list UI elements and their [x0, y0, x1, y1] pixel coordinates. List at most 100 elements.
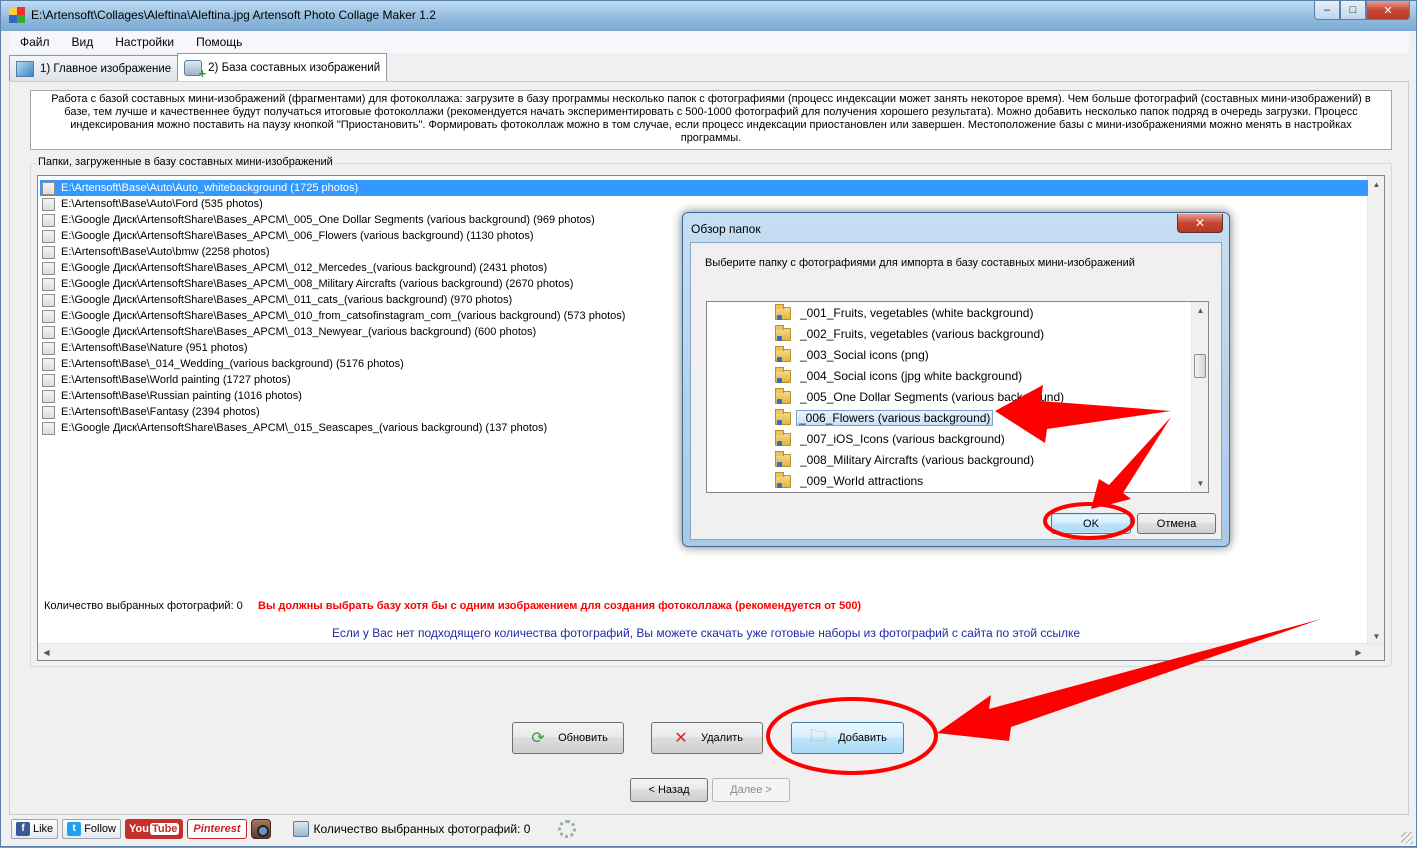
- twitter-follow-button[interactable]: t Follow: [62, 819, 121, 839]
- folder-icon: [775, 408, 791, 425]
- delete-button[interactable]: ✕ Удалить: [651, 722, 763, 754]
- title-bar[interactable]: E:\Artensoft\Collages\Aleftina\Aleftina.…: [1, 1, 1416, 31]
- add-label: Добавить: [838, 732, 887, 744]
- folder-checkbox[interactable]: [42, 245, 55, 259]
- cancel-button[interactable]: Отмена: [1137, 513, 1216, 534]
- youtube-you-label: You: [128, 823, 149, 835]
- minimize-button[interactable]: –: [1314, 1, 1340, 20]
- next-button[interactable]: Далее >: [712, 778, 790, 802]
- folder-checkbox[interactable]: [42, 213, 55, 227]
- info-text: Работа с базой составных мини-изображени…: [30, 90, 1392, 150]
- database-icon: [292, 821, 309, 837]
- tree-folder-item[interactable]: _009_World attractions: [775, 471, 927, 491]
- horizontal-scrollbar[interactable]: ◀ ▶: [38, 643, 1384, 660]
- app-logo-icon: [9, 7, 25, 23]
- browse-folders-dialog: Обзор папок ✕ Выберите папку с фотографи…: [682, 212, 1230, 547]
- menu-help[interactable]: Помощь: [185, 31, 253, 53]
- scroll-down-icon[interactable]: ▼: [1192, 475, 1208, 492]
- folder-checkbox[interactable]: [42, 421, 55, 435]
- folder-path-label: E:\Artensoft\Base\Auto\Auto_whitebackgro…: [59, 182, 361, 194]
- folder-icon: [775, 303, 791, 320]
- folder-path-label: E:\Google Диск\ArtensoftShare\Bases_APCM…: [61, 326, 537, 338]
- tab-image-base[interactable]: 2) База составных изображений: [177, 53, 388, 81]
- folder-checkbox[interactable]: [42, 277, 55, 291]
- folder-checkbox[interactable]: [42, 293, 55, 307]
- refresh-icon: ⟳: [531, 730, 545, 747]
- scroll-thumb[interactable]: [1194, 354, 1206, 378]
- folder-path-label: E:\Artensoft\Base\Fantasy (2394 photos): [61, 406, 260, 418]
- tree-folder-item[interactable]: _003_Social icons (png): [775, 345, 933, 365]
- folder-add-icon: 🗀: [810, 727, 827, 745]
- folder-checkbox[interactable]: [42, 357, 55, 371]
- refresh-label: Обновить: [558, 732, 608, 744]
- instagram-icon[interactable]: [250, 819, 271, 839]
- tree-scrollbar[interactable]: ▲ ▼: [1191, 302, 1208, 492]
- folder-icon: [775, 387, 791, 404]
- menu-file[interactable]: Файл: [9, 31, 61, 53]
- facebook-like-button[interactable]: f Like: [11, 819, 59, 839]
- tab-main-image[interactable]: 1) Главное изображение: [9, 55, 179, 81]
- folder-icon: [775, 450, 791, 467]
- download-link[interactable]: Если у Вас нет подходящего количества фо…: [332, 626, 1080, 640]
- loading-spinner-icon: [558, 820, 577, 838]
- folder-checkbox[interactable]: [42, 325, 55, 339]
- menu-view[interactable]: Вид: [61, 31, 105, 53]
- maximize-button[interactable]: □: [1340, 1, 1366, 20]
- folder-checkbox[interactable]: [42, 373, 55, 387]
- tree-folder-item[interactable]: _001_Fruits, vegetables (white backgroun…: [775, 303, 1037, 323]
- tree-folder-label: _004_Social icons (jpg white background): [800, 369, 1023, 383]
- folder-checkbox[interactable]: [42, 389, 55, 403]
- scroll-right-icon[interactable]: ▶: [1350, 644, 1367, 661]
- resize-grip-icon[interactable]: [1401, 832, 1413, 844]
- folder-icon: [775, 324, 791, 341]
- folder-checkbox[interactable]: [42, 261, 55, 275]
- tree-folder-item[interactable]: _004_Social icons (jpg white background): [775, 366, 1026, 386]
- folder-path-label: E:\Google Диск\ArtensoftShare\Bases_APCM…: [61, 214, 595, 226]
- folders-group-label: Папки, загруженные в базу составных мини…: [36, 156, 335, 168]
- menu-settings[interactable]: Настройки: [104, 31, 185, 53]
- dialog-prompt: Выберите папку с фотографиями для импорт…: [705, 257, 1135, 269]
- tree-folder-item[interactable]: _002_Fruits, vegetables (various backgro…: [775, 324, 1048, 344]
- scroll-up-icon[interactable]: ▲: [1368, 176, 1385, 193]
- folder-path-label: E:\Google Диск\ArtensoftShare\Bases_APCM…: [61, 422, 548, 434]
- folder-path-label: E:\Google Диск\ArtensoftShare\Bases_APCM…: [61, 310, 626, 322]
- folder-tree[interactable]: ▲ ▼ _001_Fruits, vegetables (white backg…: [706, 301, 1209, 493]
- scroll-up-icon[interactable]: ▲: [1192, 302, 1208, 319]
- tree-folder-item[interactable]: _005_One Dollar Segments (various backgr…: [775, 387, 1068, 407]
- dialog-close-button[interactable]: ✕: [1177, 214, 1223, 233]
- vertical-scrollbar[interactable]: ▲ ▼: [1367, 176, 1384, 645]
- tab-label: 1) Главное изображение: [40, 62, 172, 75]
- folder-path-label: E:\Artensoft\Base\World painting (1727 p…: [61, 374, 291, 386]
- folder-path-label: E:\Google Диск\ArtensoftShare\Bases_APCM…: [61, 294, 513, 306]
- menu-bar: Файл Вид Настройки Помощь: [9, 31, 1409, 53]
- status-bar: f Like t Follow You Tube Pinterest Колич…: [9, 816, 1409, 842]
- delete-label: Удалить: [701, 732, 743, 744]
- folder-checkbox[interactable]: [42, 229, 55, 243]
- close-button[interactable]: ✕: [1366, 1, 1410, 20]
- selected-count-label: Количество выбранных фотографий: 0: [44, 600, 243, 612]
- folder-checkbox[interactable]: [42, 405, 55, 419]
- pinterest-button[interactable]: Pinterest: [187, 819, 247, 839]
- folder-list-item[interactable]: E:\Artensoft\Base\Auto\Auto_whitebackgro…: [40, 180, 1368, 196]
- folder-checkbox[interactable]: [42, 309, 55, 323]
- folder-list-item[interactable]: E:\Artensoft\Base\Auto\Ford (535 photos): [40, 196, 1366, 212]
- folder-icon: [775, 345, 791, 362]
- tree-folder-item[interactable]: _006_Flowers (various background): [775, 408, 994, 428]
- status-count-label: Количество выбранных фотографий: 0: [313, 822, 531, 836]
- add-button[interactable]: 🗀 Добавить: [791, 722, 904, 754]
- folder-checkbox[interactable]: [42, 341, 55, 355]
- facebook-icon: f: [16, 822, 30, 836]
- youtube-button[interactable]: You Tube: [124, 819, 184, 839]
- tree-folder-label: _005_One Dollar Segments (various backgr…: [800, 390, 1065, 404]
- tab-label: 2) База составных изображений: [208, 61, 381, 74]
- scroll-left-icon[interactable]: ◀: [38, 644, 55, 661]
- folder-icon: [775, 471, 791, 488]
- tree-folder-item[interactable]: _008_Military Aircrafts (various backgro…: [775, 450, 1038, 470]
- window-title: E:\Artensoft\Collages\Aleftina\Aleftina.…: [31, 8, 436, 22]
- tree-folder-item[interactable]: _007_iOS_Icons (various background): [775, 429, 1009, 449]
- folder-checkbox[interactable]: [42, 181, 55, 195]
- folder-checkbox[interactable]: [42, 197, 55, 211]
- back-button[interactable]: < Назад: [630, 778, 708, 802]
- refresh-button[interactable]: ⟳ Обновить: [512, 722, 624, 754]
- ok-button[interactable]: OK: [1051, 513, 1131, 534]
